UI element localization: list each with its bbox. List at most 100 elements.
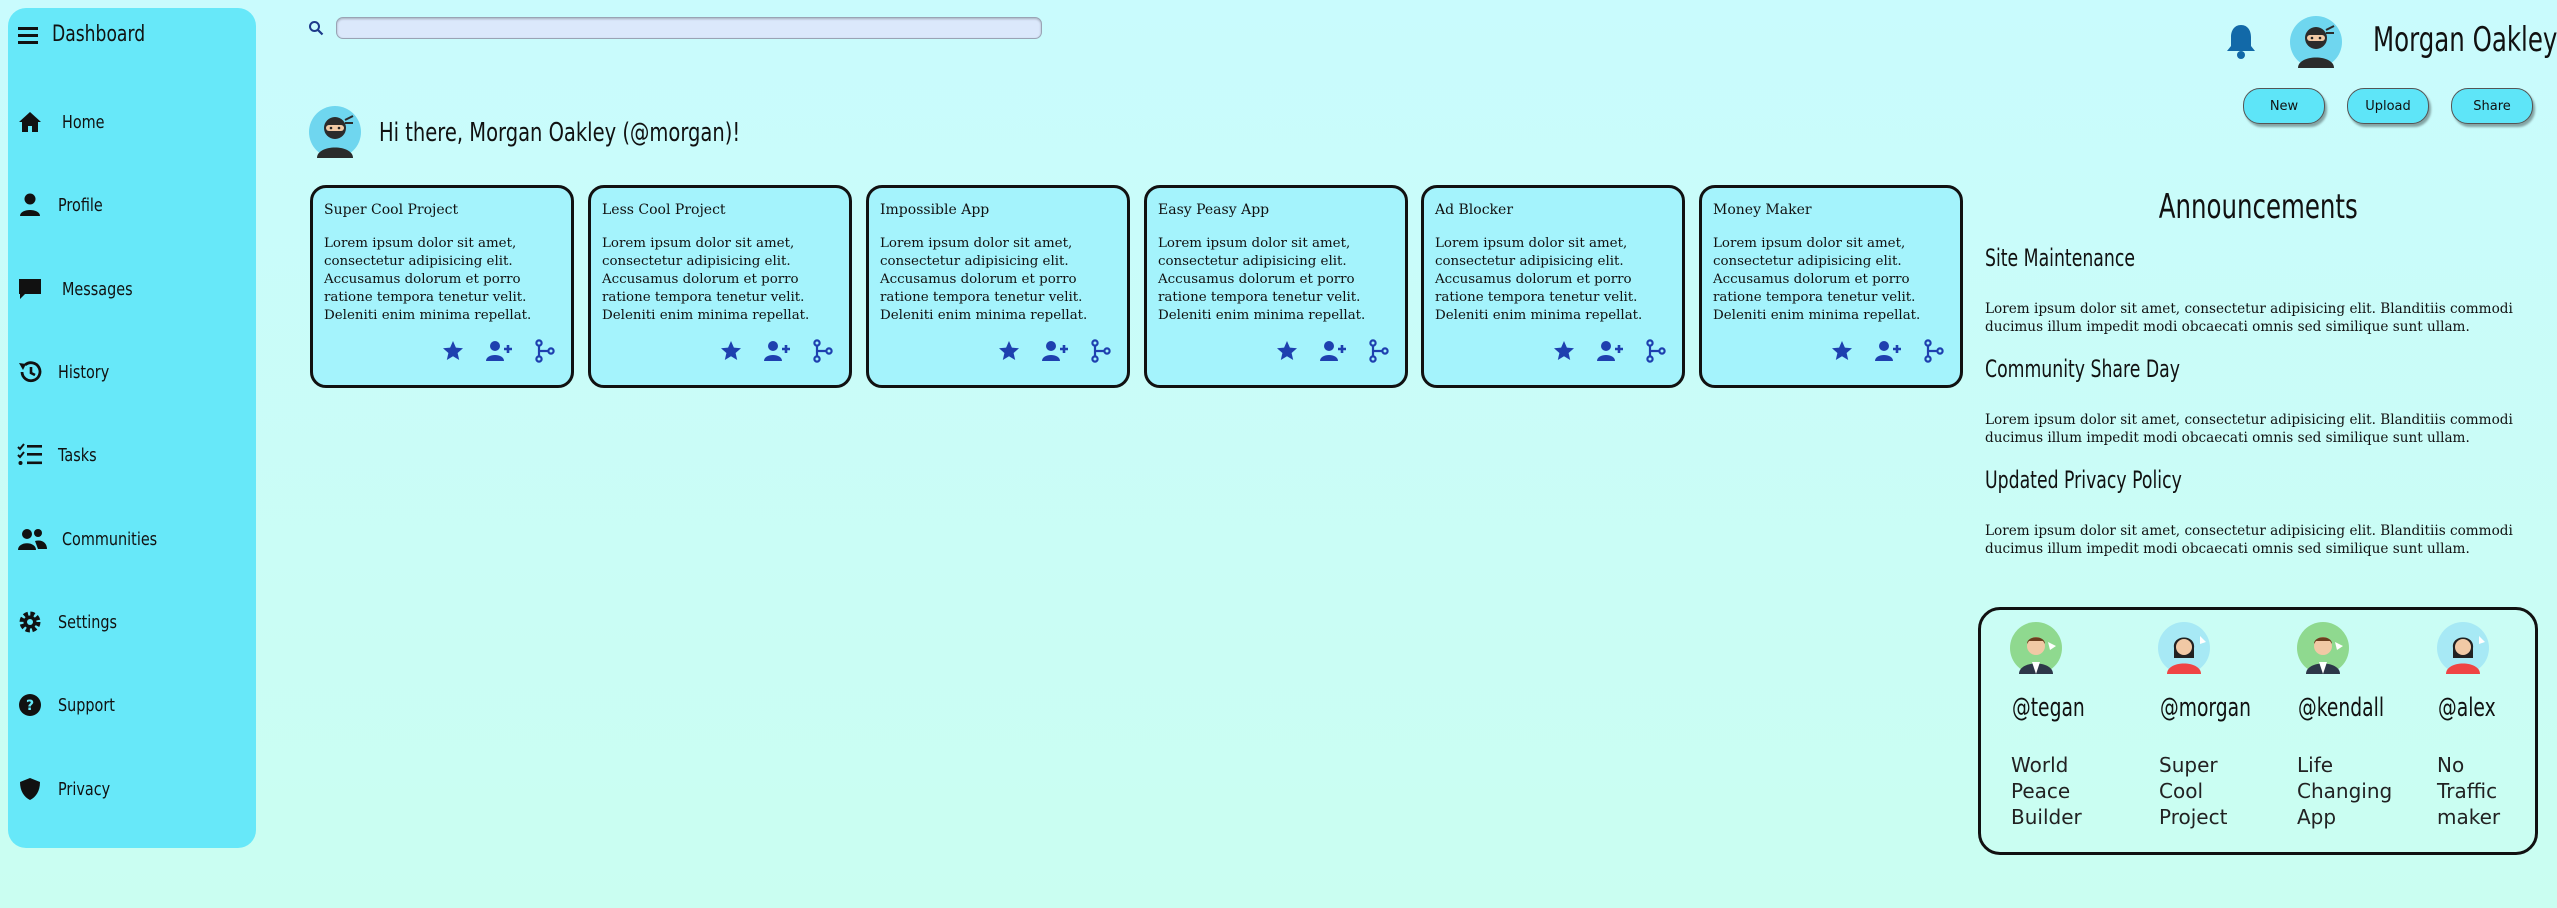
sidebar-item-label: History — [58, 361, 110, 383]
help-icon: ? — [19, 694, 41, 716]
announcement-heading: Community Share Day — [1985, 355, 2180, 383]
project-title[interactable]: Easy Peasy App — [1158, 202, 1394, 218]
search-icon[interactable] — [308, 20, 324, 36]
sidebar-item-messages[interactable]: Messages — [16, 275, 150, 303]
add-user-icon[interactable] — [1596, 339, 1624, 363]
user-handle[interactable]: @alex — [2438, 693, 2496, 723]
user-project-line: Peace — [2011, 779, 2071, 803]
user-project-line: App — [2297, 805, 2337, 829]
fork-icon[interactable] — [1089, 339, 1113, 363]
project-description: Lorem ipsum dolor sit amet, consectetur … — [1435, 236, 1643, 323]
menu-icon[interactable] — [16, 24, 40, 46]
project-description: Lorem ipsum dolor sit amet, consectetur … — [1158, 236, 1366, 323]
project-actions — [441, 339, 557, 363]
add-user-icon[interactable] — [485, 339, 513, 363]
announcements-title-text: Announcements — [2158, 187, 2358, 227]
user-project-line: World — [2011, 753, 2069, 777]
sidebar-item-home[interactable]: Home — [16, 108, 115, 136]
project-card[interactable]: Ad Blocker Lorem ipsum dolor sit amet, co… — [1421, 185, 1685, 388]
avatar[interactable] — [2437, 622, 2489, 674]
sidebar-item-privacy[interactable]: Privacy — [16, 775, 123, 803]
user-project-line: Traffic — [2437, 779, 2498, 803]
project-description: Lorem ipsum dolor sit amet, consectetur … — [880, 236, 1088, 323]
project-title[interactable]: Money Maker — [1713, 202, 1949, 218]
user-project-line: Life — [2297, 753, 2334, 777]
star-icon[interactable] — [441, 339, 465, 363]
project-actions — [1552, 339, 1668, 363]
sidebar-item-history[interactable]: History — [16, 358, 122, 386]
add-user-icon[interactable] — [1041, 339, 1069, 363]
fork-icon[interactable] — [533, 339, 557, 363]
avatar[interactable] — [309, 106, 361, 158]
star-icon[interactable] — [997, 339, 1021, 363]
user-project-line: Cool — [2159, 779, 2203, 803]
fork-icon[interactable] — [1922, 339, 1946, 363]
project-card[interactable]: Super Cool Project Lorem ipsum dolor sit … — [310, 185, 574, 388]
tasks-icon — [17, 443, 42, 465]
sidebar-item-communities[interactable]: Communities — [16, 525, 181, 553]
svg-text:?: ? — [26, 698, 34, 714]
add-user-icon[interactable] — [1319, 339, 1347, 363]
new-button[interactable]: New — [2243, 88, 2325, 124]
fork-icon[interactable] — [1367, 339, 1391, 363]
star-icon[interactable] — [1830, 339, 1854, 363]
announcement-body: Lorem ipsum dolor sit amet, consectetur … — [1985, 523, 2513, 557]
home-icon — [19, 112, 41, 132]
users-icon — [18, 529, 47, 550]
announcement-body: Lorem ipsum dolor sit amet, consectetur … — [1985, 412, 2513, 446]
user-project-line: Changing — [2297, 779, 2393, 803]
user-project: World Peace Builder — [2011, 752, 2082, 830]
search-bar — [308, 17, 1042, 39]
project-actions — [997, 339, 1113, 363]
add-user-icon[interactable] — [1874, 339, 1902, 363]
user-project: No Traffic maker — [2437, 752, 2500, 830]
share-button[interactable]: Share — [2451, 88, 2533, 124]
user-name[interactable]: Morgan Oakley — [2373, 20, 2557, 60]
sidebar: Dashboard Home Profile Messages History … — [8, 8, 256, 848]
fork-icon[interactable] — [811, 339, 835, 363]
project-card[interactable]: Impossible App Lorem ipsum dolor sit amet… — [866, 185, 1130, 388]
announcements-title: Announcements — [1984, 187, 2532, 227]
star-icon[interactable] — [1552, 339, 1576, 363]
sidebar-item-tasks[interactable]: Tasks — [16, 441, 106, 469]
user-project: Super Cool Project — [2159, 752, 2227, 830]
project-title[interactable]: Ad Blocker — [1435, 202, 1671, 218]
greeting: Hi there, Morgan Oakley (@morgan)! — [379, 118, 741, 148]
announcement-heading: Updated Privacy Policy — [1985, 466, 2182, 494]
sidebar-item-label: Tasks — [58, 444, 97, 466]
avatar[interactable] — [2297, 622, 2349, 674]
user-project-line: Project — [2159, 805, 2228, 829]
project-card[interactable]: Easy Peasy App Lorem ipsum dolor sit amet… — [1144, 185, 1408, 388]
search-input[interactable] — [336, 17, 1042, 39]
star-icon[interactable] — [1275, 339, 1299, 363]
project-card[interactable]: Money Maker Lorem ipsum dolor sit amet, c… — [1699, 185, 1963, 388]
user-handle[interactable]: @tegan — [2012, 693, 2085, 723]
avatar[interactable] — [2290, 16, 2342, 68]
upload-button[interactable]: Upload — [2347, 88, 2429, 124]
project-description: Lorem ipsum dolor sit amet, consectetur … — [602, 236, 810, 323]
avatar[interactable] — [2010, 622, 2062, 674]
star-icon[interactable] — [719, 339, 743, 363]
project-description: Lorem ipsum dolor sit amet, consectetur … — [324, 236, 532, 323]
add-user-icon[interactable] — [763, 339, 791, 363]
project-title[interactable]: Impossible App — [880, 202, 1116, 218]
user-handle[interactable]: @kendall — [2298, 693, 2384, 723]
project-title[interactable]: Less Cool Project — [602, 202, 838, 218]
brand-label: Dashboard — [52, 22, 146, 47]
fork-icon[interactable] — [1644, 339, 1668, 363]
user-icon — [20, 193, 40, 216]
sidebar-item-label: Messages — [62, 278, 133, 300]
project-title[interactable]: Super Cool Project — [324, 202, 560, 218]
sidebar-item-profile[interactable]: Profile — [16, 191, 114, 219]
sidebar-item-label: Communities — [62, 528, 158, 550]
user-project-line: Builder — [2011, 805, 2082, 829]
user-handle[interactable]: @morgan — [2160, 693, 2251, 723]
sidebar-item-settings[interactable]: Settings — [16, 608, 132, 636]
avatar[interactable] — [2158, 622, 2210, 674]
user-project-line: Super — [2159, 753, 2218, 777]
brand[interactable]: Dashboard — [16, 22, 171, 47]
project-card[interactable]: Less Cool Project Lorem ipsum dolor sit a… — [588, 185, 852, 388]
sidebar-item-label: Home — [62, 111, 105, 133]
sidebar-item-support[interactable]: ? Support — [16, 691, 129, 719]
bell-icon[interactable] — [2223, 22, 2259, 60]
